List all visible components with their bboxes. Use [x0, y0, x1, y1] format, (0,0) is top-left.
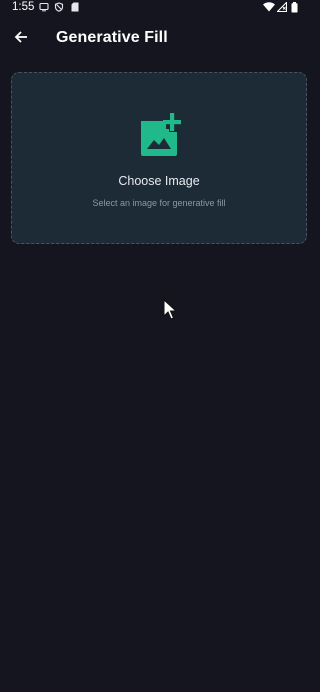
sd-card-icon — [71, 2, 79, 15]
arrow-back-icon — [13, 29, 29, 50]
choose-image-subtitle: Select an image for generative fill — [92, 198, 226, 208]
choose-image-title: Choose Image — [118, 174, 200, 188]
app-bar: Generative Fill — [0, 20, 320, 60]
signal-icon — [276, 1, 288, 15]
screen-record-icon — [39, 2, 49, 15]
mouse-cursor-icon — [163, 298, 178, 321]
screen: 1:55 Generative Fill Choose Image Select… — [0, 0, 320, 692]
back-button[interactable] — [6, 24, 36, 54]
page-title: Generative Fill — [56, 29, 168, 46]
do-not-disturb-icon — [54, 2, 64, 15]
wifi-icon — [263, 2, 275, 15]
battery-icon — [291, 2, 298, 16]
add-photo-icon — [139, 113, 185, 159]
choose-image-card[interactable]: Choose Image Select an image for generat… — [11, 72, 307, 244]
status-bar: 1:55 — [0, 0, 320, 16]
status-time: 1:55 — [12, 1, 35, 13]
